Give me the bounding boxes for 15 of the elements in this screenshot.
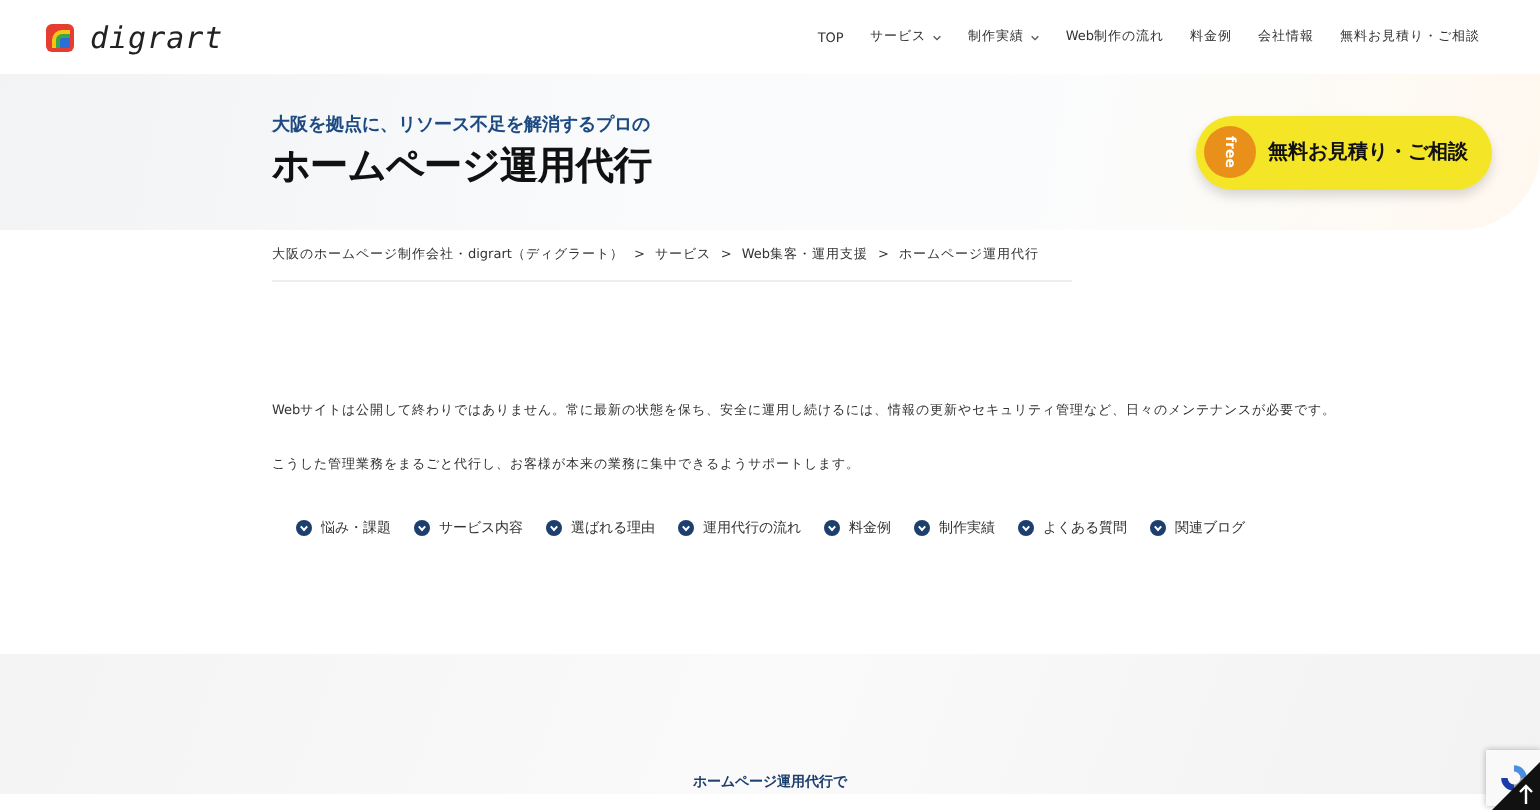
down-chevron-icon	[413, 520, 429, 536]
back-to-top-button[interactable]	[1492, 762, 1540, 810]
down-chevron-icon	[1017, 520, 1033, 536]
page-title: ホームページ運用代行	[272, 142, 652, 192]
down-chevron-icon	[677, 520, 693, 536]
down-chevron-icon	[545, 520, 561, 536]
down-chevron-icon	[823, 520, 839, 536]
caret-icon	[931, 33, 942, 41]
logo-icon	[46, 23, 74, 51]
logo-text[interactable]: digrart	[90, 19, 224, 55]
down-chevron-icon	[913, 520, 929, 536]
down-chevron-icon	[295, 520, 311, 536]
caret-icon	[1029, 33, 1040, 41]
hero-subtitle: 大阪を拠点に、リソース不足を解消するプロの	[272, 112, 652, 138]
down-chevron-icon	[1149, 520, 1165, 536]
